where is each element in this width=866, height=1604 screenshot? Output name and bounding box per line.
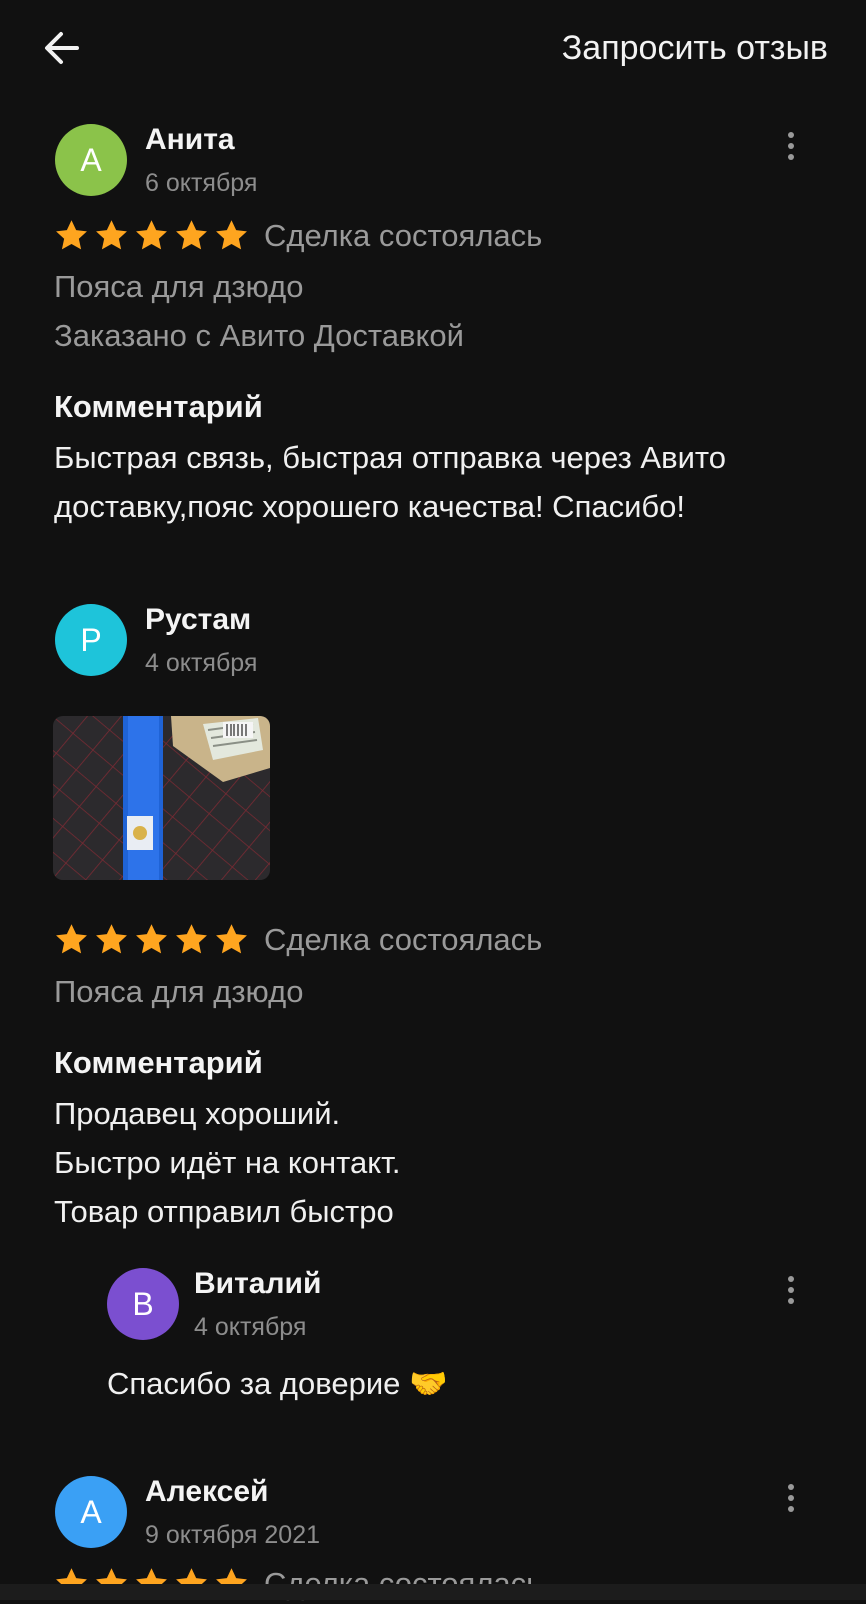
star-rating [53, 922, 250, 958]
avatar[interactable]: В [107, 1268, 179, 1340]
comment-line: Товар отправил быстро [54, 1194, 394, 1229]
item-title: Пояса для дзюдо [54, 269, 304, 304]
star-icon [213, 218, 250, 254]
author-name[interactable]: Рустам [145, 602, 251, 638]
deal-status: Сделка состоялась [264, 922, 543, 957]
review-date: 6 октября [145, 169, 258, 197]
comment-line: доставку,пояс хорошего качества! Спасибо… [54, 489, 686, 524]
more-vertical-icon [788, 1276, 794, 1282]
star-icon [93, 922, 130, 958]
comment-line: Быстрая связь, быстрая отправка через Ав… [54, 440, 726, 475]
more-options-button[interactable] [776, 1476, 806, 1520]
author-name[interactable]: Алексей [145, 1474, 268, 1510]
more-options-button[interactable] [776, 1268, 806, 1312]
back-button[interactable] [36, 22, 88, 74]
comment-line: Продавец хороший. [54, 1096, 341, 1131]
reply-author-name[interactable]: Виталий [194, 1266, 321, 1302]
more-vertical-icon [788, 132, 794, 138]
rating-row: Сделка состоялась [53, 920, 542, 960]
belt-photo-image [53, 716, 270, 880]
review-date: 4 октября [145, 649, 258, 677]
comment-line: Быстро идёт на контакт. [54, 1145, 401, 1180]
star-icon [173, 218, 210, 254]
star-icon [133, 922, 170, 958]
deal-status: Сделка состоялась [264, 218, 543, 253]
delivery-note: Заказано с Авито Доставкой [54, 318, 464, 353]
star-icon [53, 922, 90, 958]
avatar[interactable]: Р [55, 604, 127, 676]
more-options-button[interactable] [776, 124, 806, 168]
star-icon [213, 922, 250, 958]
star-icon [133, 218, 170, 254]
star-icon [93, 218, 130, 254]
item-title: Пояса для дзюдо [54, 974, 304, 1009]
review-date: 9 октября 2021 [145, 1521, 320, 1549]
rating-row: Сделка состоялась [53, 216, 542, 256]
avatar[interactable]: А [55, 124, 127, 196]
bottom-bar [0, 1584, 866, 1600]
reply-text: Спасибо за доверие 🤝 [107, 1366, 448, 1401]
reply-date: 4 октября [194, 1313, 307, 1341]
more-vertical-icon [788, 1484, 794, 1490]
author-name[interactable]: Анита [145, 122, 235, 158]
comment-title: Комментарий [54, 1045, 263, 1080]
avatar[interactable]: А [55, 1476, 127, 1548]
review-photo[interactable] [53, 716, 270, 880]
star-icon [53, 218, 90, 254]
comment-title: Комментарий [54, 389, 263, 424]
star-rating [53, 218, 250, 254]
request-review-button[interactable]: Запросить отзыв [562, 26, 828, 70]
arrow-left-icon [45, 32, 79, 64]
star-icon [173, 922, 210, 958]
